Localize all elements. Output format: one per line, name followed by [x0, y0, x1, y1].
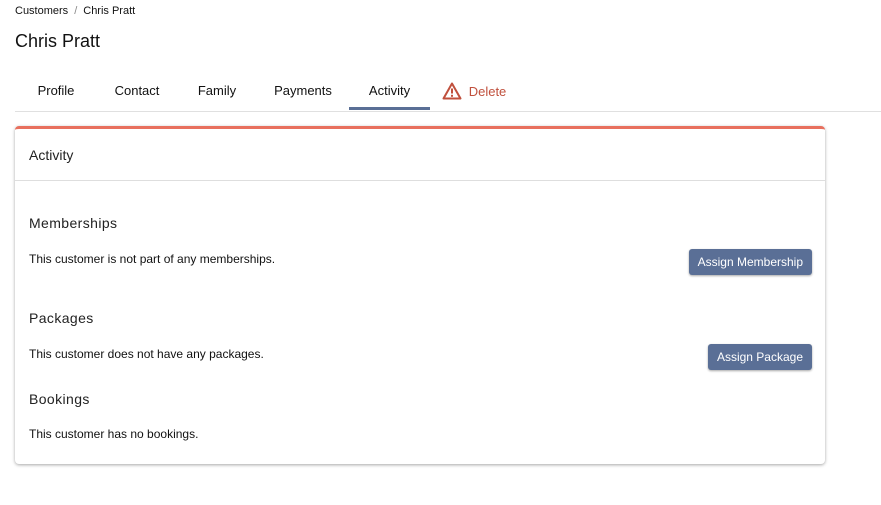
activity-card: Activity Memberships This customer is no…: [15, 126, 825, 464]
tab-contact[interactable]: Contact: [97, 70, 177, 110]
breadcrumb-separator: /: [74, 5, 78, 17]
bookings-heading: Bookings: [29, 391, 90, 407]
tab-delete[interactable]: Delete: [430, 70, 518, 110]
page-title: Chris Pratt: [15, 31, 101, 51]
tab-profile[interactable]: Profile: [15, 70, 97, 110]
packages-heading: Packages: [29, 310, 94, 326]
tab-bar: Profile Contact Family Payments Activity…: [15, 70, 881, 112]
packages-empty-text: This customer does not have any packages…: [29, 347, 264, 361]
tab-activity[interactable]: Activity: [349, 70, 430, 110]
assign-membership-button[interactable]: Assign Membership: [688, 249, 812, 275]
breadcrumb-current: Chris Pratt: [83, 5, 136, 17]
tab-family[interactable]: Family: [177, 70, 257, 110]
card-title: Activity: [15, 129, 825, 181]
tab-payments[interactable]: Payments: [257, 70, 349, 110]
delete-label: Delete: [468, 83, 507, 99]
memberships-heading: Memberships: [29, 215, 118, 231]
breadcrumb-customers-link[interactable]: Customers: [15, 5, 68, 17]
breadcrumb: Customers / Chris Pratt: [15, 5, 135, 17]
bookings-empty-text: This customer has no bookings.: [29, 427, 199, 441]
warning-triangle-icon: [442, 82, 462, 100]
memberships-empty-text: This customer is not part of any members…: [29, 252, 276, 266]
assign-package-button[interactable]: Assign Package: [707, 344, 812, 370]
